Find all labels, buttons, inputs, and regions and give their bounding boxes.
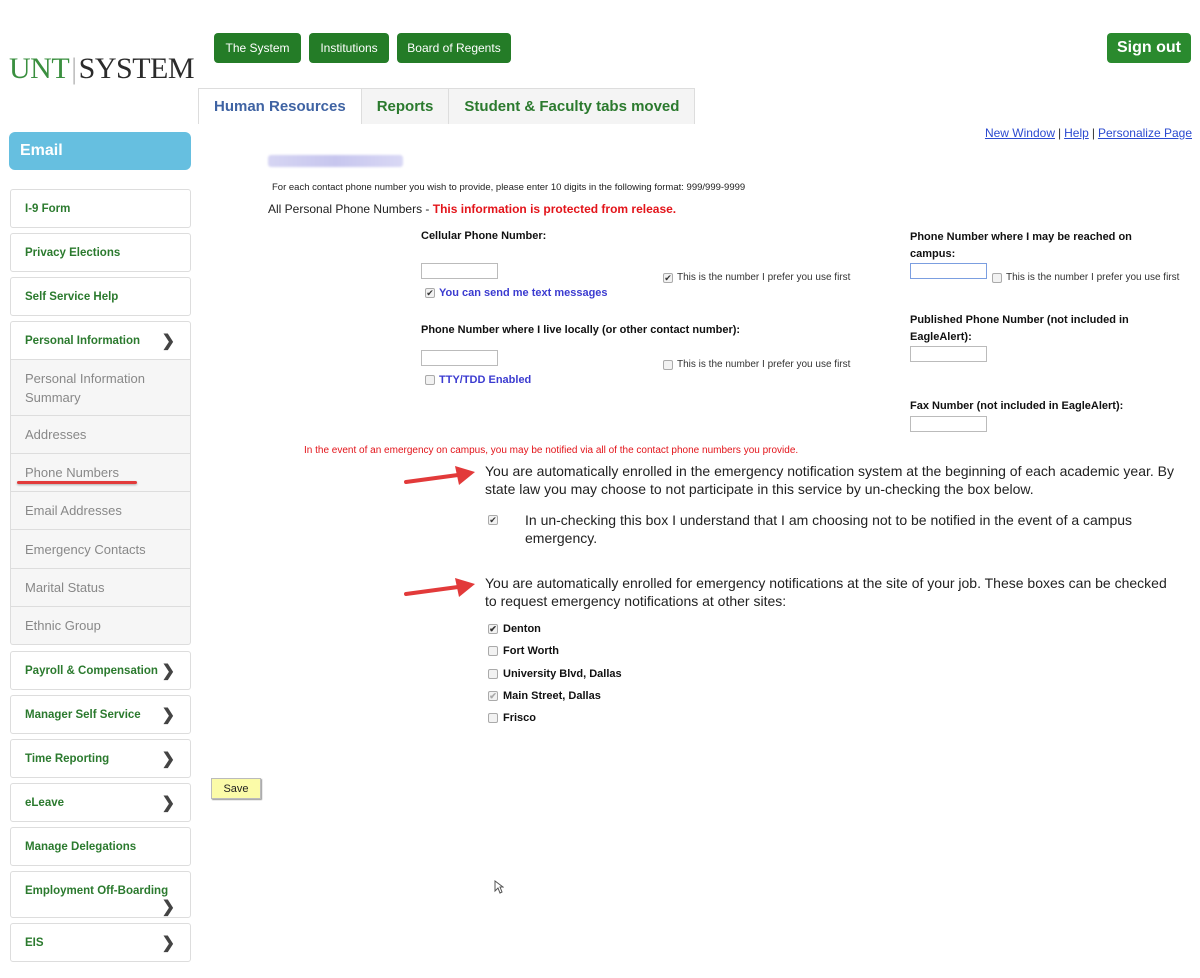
site-fort-worth: Fort Worth	[488, 645, 559, 657]
campus-phone-input[interactable]	[910, 263, 987, 279]
format-instructions: For each contact phone number you wish t…	[272, 182, 746, 193]
site-denton: ✔ Denton	[488, 623, 541, 635]
chevron-right-icon: ❯	[161, 934, 175, 952]
tab-reports[interactable]: Reports	[360, 88, 450, 124]
sidebar-item-i9-form[interactable]: I-9 Form	[10, 189, 191, 228]
sign-out-button[interactable]: Sign out	[1107, 33, 1191, 63]
sidebar-subitem-personal-information-summary[interactable]: Personal Information Summary	[10, 360, 191, 416]
nav-board-of-regents-button[interactable]: Board of Regents	[397, 33, 511, 63]
fax-label: Fax Number (not included in EagleAlert):	[910, 400, 1124, 412]
fax-input[interactable]	[910, 416, 987, 432]
sidebar-subitem-addresses[interactable]: Addresses	[10, 416, 191, 454]
enrollment-text: You are automatically enrolled in the em…	[485, 463, 1174, 497]
save-button[interactable]: Save	[211, 778, 261, 799]
sidebar-item-eleave[interactable]: eLeave ❯	[10, 783, 191, 822]
unt-system-logo[interactable]: UNT|SYSTEM	[9, 52, 195, 86]
mouse-cursor-icon	[494, 880, 504, 894]
nav-the-system-button[interactable]: The System	[214, 33, 301, 63]
redacted-name	[268, 155, 403, 167]
chevron-right-icon: ❯	[161, 794, 175, 812]
sidebar-item-time-reporting[interactable]: Time Reporting ❯	[10, 739, 191, 778]
annotation-underline	[17, 481, 137, 484]
text-messages-checkbox[interactable]: ✔	[425, 288, 435, 298]
chevron-right-icon: ❯	[161, 662, 175, 680]
campus-prefer-checkbox[interactable]	[992, 272, 1002, 283]
local-prefer-checkbox[interactable]	[663, 359, 673, 370]
nav-institutions-button[interactable]: Institutions	[309, 33, 389, 63]
sidebar-item-manager-self-service[interactable]: Manager Self Service ❯	[10, 695, 191, 734]
sidebar-item-self-service-help[interactable]: Self Service Help	[10, 277, 191, 316]
chevron-right-icon: ❯	[161, 899, 175, 916]
email-button[interactable]: Email	[9, 132, 191, 170]
new-window-link[interactable]: New Window	[985, 126, 1055, 140]
site-university-blvd-checkbox[interactable]	[488, 669, 498, 679]
annotation-arrow-icon	[404, 466, 475, 485]
tty-option: TTY/TDD Enabled	[425, 374, 531, 386]
sidebar-subitem-phone-numbers[interactable]: Phone Numbers	[10, 454, 191, 492]
sidebar-subitem-email-addresses[interactable]: Email Addresses	[10, 492, 191, 530]
sidebar-item-employment-off-boarding[interactable]: Employment Off-Boarding ❯	[10, 871, 191, 918]
campus-prefer-option: This is the number I prefer you use firs…	[992, 272, 1179, 283]
local-phone-label: Phone Number where I live locally (or ot…	[421, 324, 741, 336]
text-messages-option: ✔ You can send me text messages	[425, 287, 608, 299]
help-link[interactable]: Help	[1064, 126, 1089, 140]
campus-phone-label: Phone Number where I may be reached on c…	[910, 231, 1132, 260]
sidebar-item-personal-information[interactable]: Personal Information ❯	[10, 321, 191, 360]
site-fort-worth-checkbox[interactable]	[488, 646, 498, 656]
tab-student-faculty[interactable]: Student & Faculty tabs moved	[448, 88, 696, 124]
site-main-street-checkbox: ✔	[488, 691, 498, 701]
sites-text: You are automatically enrolled for emerg…	[485, 575, 1167, 609]
sidebar-item-manage-delegations[interactable]: Manage Delegations	[10, 827, 191, 866]
published-phone-label: Published Phone Number (not included in …	[910, 314, 1129, 343]
cellular-label: Cellular Phone Number:	[421, 230, 547, 242]
logo-unt: UNT	[9, 52, 70, 85]
local-prefer-option: This is the number I prefer you use firs…	[663, 359, 850, 370]
optout-text: In un-checking this box I understand tha…	[525, 512, 1133, 546]
sidebar-item-payroll-compensation[interactable]: Payroll & Compensation ❯	[10, 651, 191, 690]
emergency-optout-checkbox[interactable]: ✔	[488, 515, 498, 525]
protected-notice: This information is protected from relea…	[432, 202, 677, 216]
all-phone-heading: All Personal Phone Numbers - This inform…	[268, 202, 677, 216]
sidebar-subitem-marital-status[interactable]: Marital Status	[10, 569, 191, 607]
site-main-street: ✔ Main Street, Dallas	[488, 690, 601, 702]
local-phone-input[interactable]	[421, 350, 498, 366]
cellular-prefer-option: ✔ This is the number I prefer you use fi…	[663, 272, 851, 283]
annotation-arrow-icon	[404, 578, 475, 597]
site-university-blvd: University Blvd, Dallas	[488, 668, 622, 680]
site-frisco: Frisco	[488, 712, 536, 724]
sidebar-subitem-ethnic-group[interactable]: Ethnic Group	[10, 607, 191, 645]
chevron-right-icon: ❯	[161, 706, 175, 724]
main-tabs: Human Resources Reports Student & Facult…	[198, 88, 696, 124]
site-denton-checkbox[interactable]: ✔	[488, 624, 498, 634]
published-phone-input[interactable]	[910, 346, 987, 362]
sidebar-item-eis[interactable]: EIS ❯	[10, 923, 191, 962]
chevron-right-icon: ❯	[161, 750, 175, 768]
page-links: New Window | Help | Personalize Page	[984, 126, 1192, 140]
tab-human-resources[interactable]: Human Resources	[198, 88, 362, 124]
chevron-right-icon: ❯	[161, 332, 175, 350]
personalize-page-link[interactable]: Personalize Page	[1098, 126, 1192, 140]
emergency-notice: In the event of an emergency on campus, …	[304, 445, 799, 456]
logo-system: SYSTEM	[78, 52, 195, 85]
cellular-phone-input[interactable]	[421, 263, 498, 279]
cellular-prefer-checkbox[interactable]: ✔	[663, 272, 673, 283]
sidebar-subitem-emergency-contacts[interactable]: Emergency Contacts	[10, 530, 191, 569]
tty-checkbox[interactable]	[425, 375, 435, 385]
sidebar-item-privacy-elections[interactable]: Privacy Elections	[10, 233, 191, 272]
site-frisco-checkbox[interactable]	[488, 713, 498, 723]
